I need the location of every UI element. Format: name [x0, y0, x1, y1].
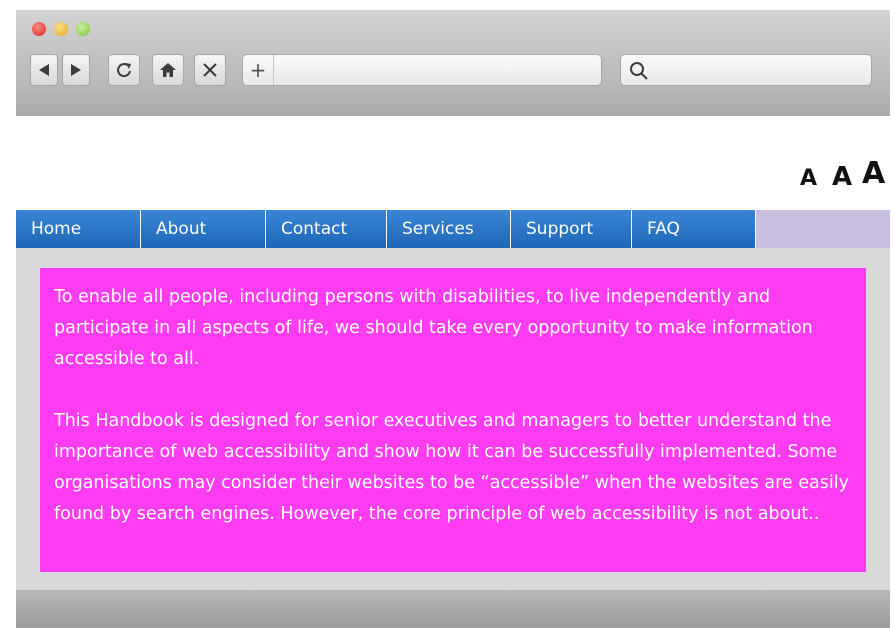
back-button[interactable] — [30, 54, 58, 86]
address-bar[interactable]: + — [242, 54, 602, 86]
text-size-large-button[interactable]: A — [862, 156, 885, 191]
forward-button[interactable] — [62, 54, 90, 86]
browser-window: + A A A Home About Contact Services Supp… — [16, 10, 890, 628]
main-navigation: Home About Contact Services Support FAQ — [16, 210, 890, 248]
nav-item-support[interactable]: Support — [511, 210, 632, 248]
nav-item-contact[interactable]: Contact — [266, 210, 387, 248]
text-size-small-button[interactable]: A — [800, 166, 817, 191]
home-button[interactable] — [152, 54, 184, 86]
refresh-icon — [117, 63, 131, 78]
search-input[interactable] — [620, 54, 872, 86]
reload-button[interactable] — [108, 54, 140, 86]
arrow-right-icon — [71, 64, 81, 76]
text-size-medium-button[interactable]: A — [832, 162, 852, 192]
stop-button[interactable] — [194, 54, 226, 86]
main-content: To enable all people, including persons … — [40, 268, 866, 572]
nav-item-faq[interactable]: FAQ — [632, 210, 756, 248]
arrow-left-icon — [39, 64, 49, 76]
nav-item-services[interactable]: Services — [387, 210, 511, 248]
new-tab-plus-icon[interactable]: + — [243, 55, 274, 85]
close-icon — [203, 63, 217, 77]
minimize-window-button[interactable] — [54, 22, 68, 36]
nav-item-home[interactable]: Home — [16, 210, 141, 248]
content-paragraph-1: To enable all people, including persons … — [54, 287, 813, 369]
home-icon — [160, 63, 176, 77]
search-icon — [630, 62, 648, 80]
maximize-window-button[interactable] — [76, 22, 90, 36]
nav-item-about[interactable]: About — [141, 210, 266, 248]
browser-toolbar: + — [16, 10, 890, 116]
page-header: A A A — [16, 116, 890, 210]
content-paragraph-2: This Handbook is designed for senior exe… — [54, 411, 849, 524]
close-window-button[interactable] — [32, 22, 46, 36]
browser-footer-bar — [16, 590, 890, 628]
